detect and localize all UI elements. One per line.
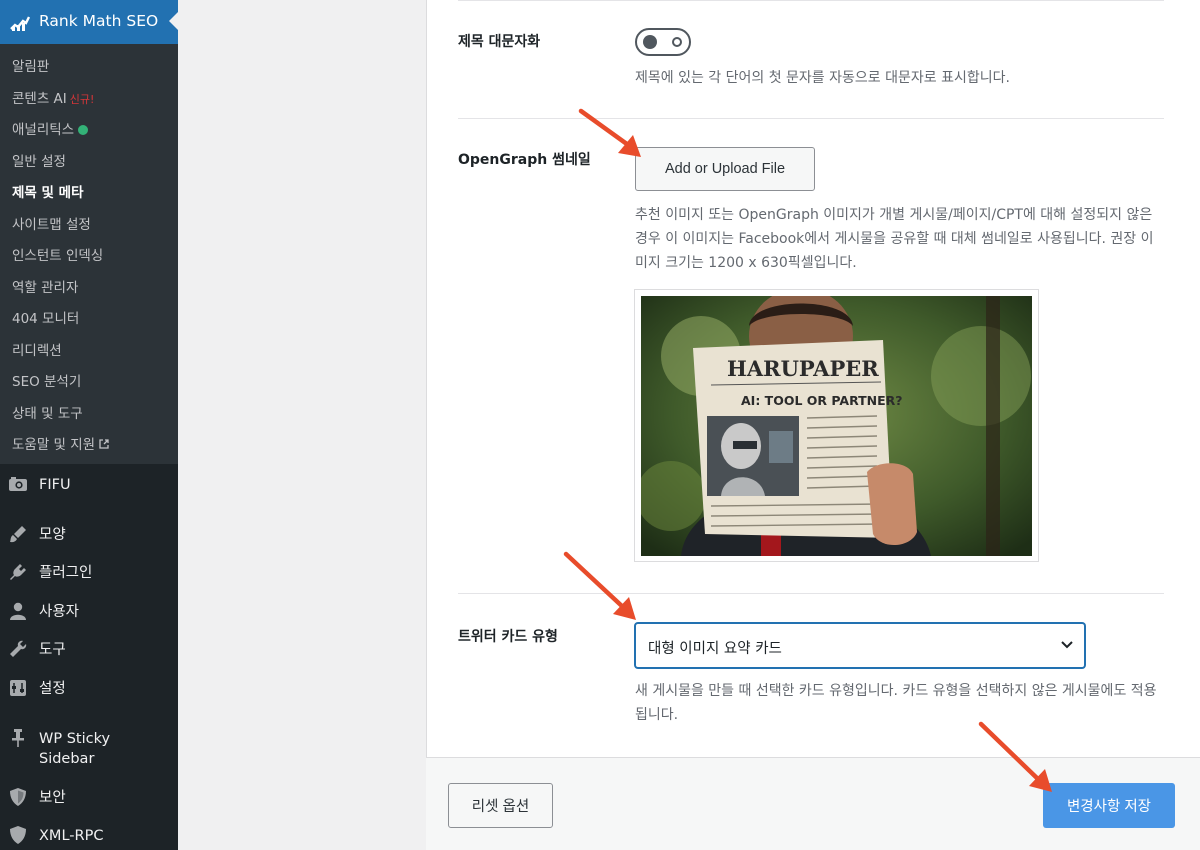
menu-label: XML-RPC: [39, 828, 104, 844]
capitalize-titles-label: 제목 대문자화: [458, 34, 541, 50]
shield-icon: [10, 788, 26, 806]
divider: [458, 0, 1164, 1]
annotation-arrow-icon: [578, 108, 641, 157]
annotation-arrow-icon: [563, 551, 636, 620]
menu-item-fifu[interactable]: FIFU: [0, 466, 178, 502]
submenu-item-label: 애널리틱스: [12, 122, 75, 138]
rank-math-title: Rank Math SEO: [39, 12, 159, 30]
twitter-card-type-description: 새 게시물을 만들 때 선택한 카드 유형입니다. 카드 유형을 선택하지 않은…: [635, 683, 1157, 723]
capitalize-titles-toggle[interactable]: [635, 28, 691, 56]
shield-icon: [10, 826, 26, 844]
menu-item-security[interactable]: 보안: [0, 779, 178, 815]
toggle-off-indicator-icon: [672, 37, 682, 47]
menu-item-plugins[interactable]: 플러그인: [0, 554, 178, 590]
brush-icon: [10, 526, 26, 543]
opengraph-thumbnail-label: OpenGraph 썸네일: [458, 152, 591, 168]
submenu-item-label: 도움말 및 지원: [12, 437, 96, 453]
newspaper-headline: AI: TOOL OR PARTNER?: [741, 393, 903, 408]
admin-sidebar: Rank Math SEO 알림판 콘텐츠 AI 신규! 애널리틱스 일반 설정 …: [0, 0, 178, 850]
twitter-card-type-label: 트위터 카드 유형: [458, 629, 558, 645]
menu-item-settings[interactable]: 설정: [0, 670, 178, 706]
submenu-item-content-ai[interactable]: 콘텐츠 AI 신규!: [12, 87, 94, 107]
menu-label: 사용자: [39, 604, 80, 620]
menu-item-appearance[interactable]: 모양: [0, 516, 178, 552]
menu-label: 모양: [39, 527, 66, 543]
reset-options-button[interactable]: 리셋 옵션: [448, 783, 553, 828]
submenu-item-sitemap[interactable]: 사이트맵 설정: [12, 213, 91, 233]
menu-item-xml-rpc[interactable]: XML-RPC: [0, 817, 178, 850]
user-icon: [10, 602, 26, 620]
external-link-icon: [99, 439, 109, 449]
newspaper-masthead: HARUPAPER: [727, 356, 879, 381]
menu-label: FIFU: [39, 477, 71, 493]
divider: [458, 118, 1164, 119]
opengraph-thumbnail-preview[interactable]: HARUPAPER AI: TOOL OR PARTNER?: [634, 289, 1039, 562]
submenu-item-status-tools[interactable]: 상태 및 도구: [12, 402, 83, 422]
chevron-down-icon: [1061, 641, 1073, 649]
annotation-arrow-icon: [978, 721, 1052, 792]
settings-icon: [10, 680, 26, 696]
menu-item-wp-sticky-sidebar[interactable]: WP Sticky Sidebar: [0, 720, 178, 772]
toggle-knob: [643, 35, 657, 49]
submenu-item-dashboard[interactable]: 알림판: [12, 55, 49, 75]
menu-label: 플러그인: [39, 565, 93, 581]
submenu-item-redirections[interactable]: 리디렉션: [12, 339, 62, 359]
opengraph-thumbnail-description: 추천 이미지 또는 OpenGraph 이미지가 개별 게시물/페이지/CPT에…: [635, 207, 1154, 271]
submenu-item-instant-indexing[interactable]: 인스턴트 인덱싱: [12, 244, 103, 264]
menu-item-tools[interactable]: 도구: [0, 631, 178, 667]
wrench-icon: [10, 640, 27, 657]
camera-icon: [9, 477, 27, 491]
menu-label: 도구: [39, 642, 66, 658]
add-upload-file-button[interactable]: Add or Upload File: [635, 147, 815, 191]
select-value: 대형 이미지 요약 카드: [648, 641, 782, 657]
rank-math-logo-icon: [10, 16, 30, 31]
menu-label: 보안: [39, 790, 66, 806]
submenu-item-help-support[interactable]: 도움말 및 지원: [12, 433, 109, 453]
plugin-icon: [10, 564, 26, 580]
twitter-card-type-select[interactable]: 대형 이미지 요약 카드: [635, 623, 1085, 668]
submenu-item-role-manager[interactable]: 역할 관리자: [12, 276, 78, 296]
submenu-item-404-monitor[interactable]: 404 모니터: [12, 307, 79, 327]
capitalize-titles-description: 제목에 있는 각 단어의 첫 문자를 자동으로 대문자로 표시합니다.: [635, 70, 1010, 86]
submenu-item-titles-meta[interactable]: 제목 및 메타: [12, 181, 84, 201]
submenu-item-general-settings[interactable]: 일반 설정: [12, 150, 66, 170]
pin-icon: [12, 729, 24, 747]
rank-math-menu-header[interactable]: Rank Math SEO: [0, 0, 178, 44]
submenu-item-label: 콘텐츠 AI: [12, 91, 67, 107]
thumbnail-image: HARUPAPER AI: TOOL OR PARTNER?: [641, 296, 1032, 556]
menu-label-line-1: WP Sticky: [39, 731, 111, 747]
submenu-item-seo-analyzer[interactable]: SEO 분석기: [12, 370, 81, 390]
menu-label-line-2: Sidebar: [39, 751, 95, 767]
submenu-item-analytics[interactable]: 애널리틱스: [12, 118, 89, 138]
status-dot-icon: [78, 125, 89, 135]
current-menu-notch: [169, 12, 178, 30]
menu-label: 설정: [39, 681, 66, 697]
new-badge: 신규!: [69, 93, 95, 106]
menu-item-users[interactable]: 사용자: [0, 593, 178, 629]
